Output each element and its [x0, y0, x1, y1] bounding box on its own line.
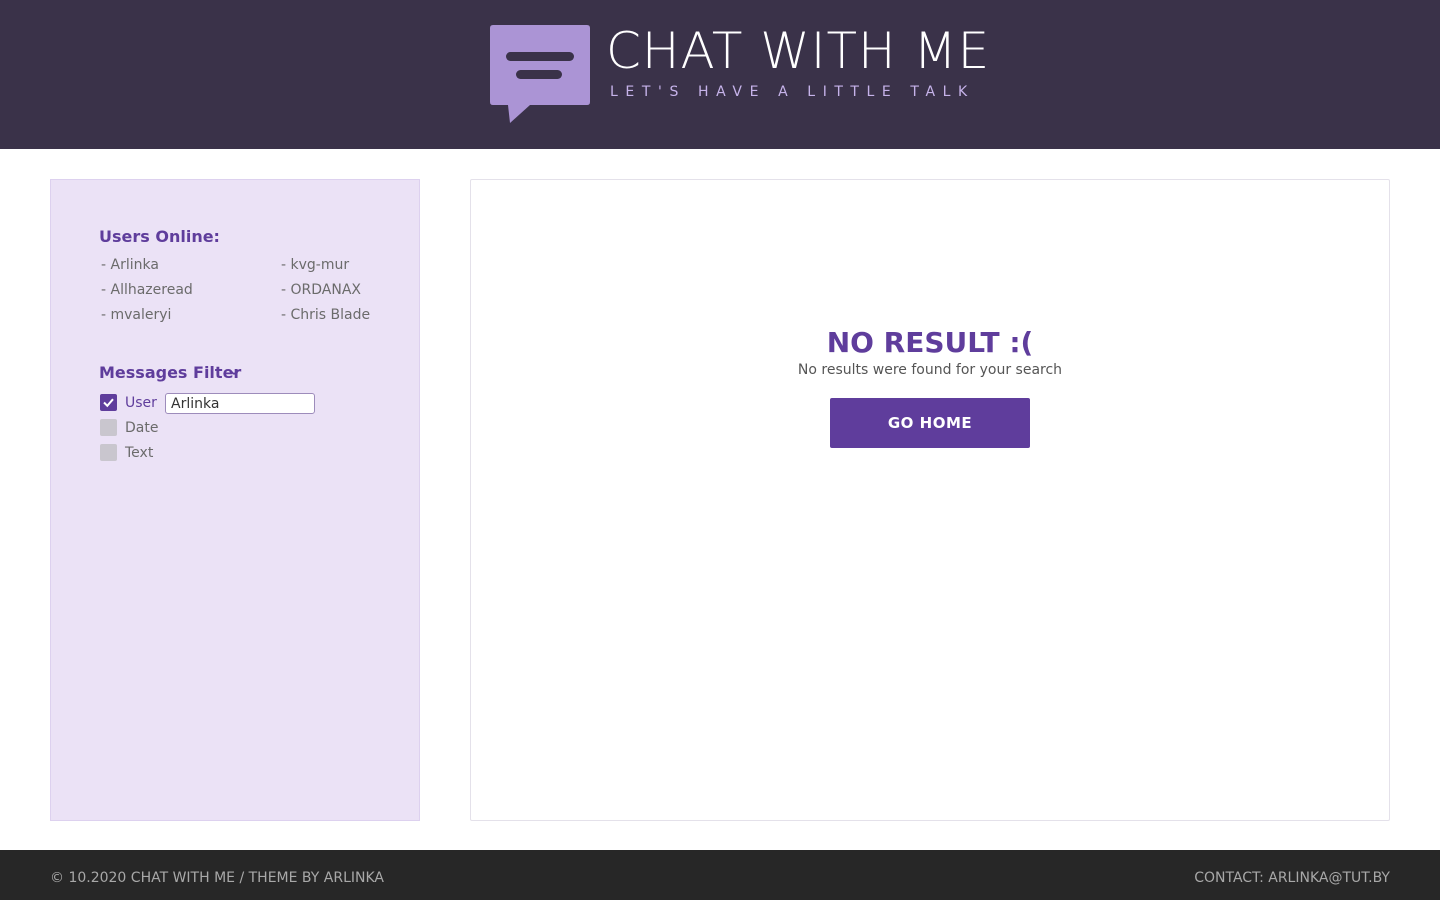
- go-home-button[interactable]: GO HOME: [830, 398, 1030, 448]
- online-user-item: - ORDANAX: [281, 282, 362, 298]
- online-user-item: - Chris Blade: [281, 307, 371, 323]
- sidebar: Users Online: - Arlinka - Allhazeread - …: [50, 179, 420, 821]
- user-filter-input[interactable]: [165, 393, 315, 414]
- app-title[interactable]: CHAT WITH ME: [606, 22, 990, 80]
- check-icon: [103, 398, 114, 408]
- app-subtitle: LET'S HAVE A LITTLE TALK: [610, 84, 975, 100]
- date-filter-label: Date: [125, 420, 159, 436]
- user-filter-checkbox[interactable]: [100, 394, 117, 411]
- header: CHAT WITH ME LET'S HAVE A LITTLE TALK: [0, 0, 1440, 149]
- results-panel: NO RESULT :( No results were found for y…: [470, 179, 1390, 821]
- date-filter-checkbox[interactable]: [100, 419, 117, 436]
- messages-filter-toggle[interactable]: Messages Filter: [99, 363, 241, 383]
- footer-copyright: © 10.2020 CHAT WITH ME / THEME BY ARLINK…: [50, 870, 384, 886]
- online-user-item: - kvg-mur: [281, 257, 350, 273]
- no-result-title: NO RESULT :(: [826, 326, 1034, 359]
- chevron-down-icon[interactable]: [228, 366, 240, 378]
- online-user-item: - mvaleryi: [101, 307, 172, 323]
- no-result-message: No results were found for your search: [797, 362, 1063, 378]
- text-filter-checkbox[interactable]: [100, 444, 117, 461]
- footer: © 10.2020 CHAT WITH ME / THEME BY ARLINK…: [0, 850, 1440, 900]
- online-user-item: - Allhazeread: [101, 282, 193, 298]
- online-user-item: - Arlinka: [101, 257, 159, 273]
- text-filter-label: Text: [125, 445, 154, 461]
- user-filter-label: User: [125, 395, 157, 411]
- footer-contact-link[interactable]: CONTACT: ARLINKA@TUT.BY: [1194, 869, 1390, 887]
- chat-bubble-icon[interactable]: [490, 25, 590, 125]
- users-online-title: Users Online:: [99, 227, 220, 246]
